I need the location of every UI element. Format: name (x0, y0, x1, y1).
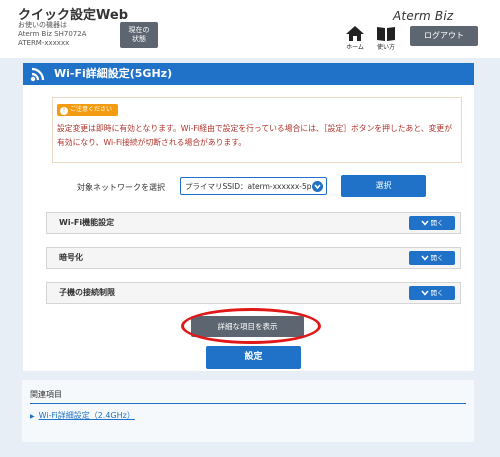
notice-box: ! ご注意ください 設定変更は即時に有効となります。Wi-Fi経由で設定を行ってい… (52, 97, 462, 163)
device-info-model: Aterm Biz SH7072A (18, 30, 87, 38)
section-label: 子機の接続制限 (59, 288, 115, 297)
open-button[interactable]: 開く (409, 251, 455, 265)
section-encryption: 暗号化 開く (46, 247, 461, 269)
current-status-label-1: 現在の (128, 26, 150, 34)
chevron-down-icon (420, 220, 429, 226)
chevron-down-icon (312, 181, 323, 192)
related-title: 関連項目 (30, 390, 62, 399)
guide-nav[interactable]: 使い方 (371, 26, 401, 51)
guide-label: 使い方 (376, 44, 395, 51)
home-icon (346, 26, 364, 41)
top-header: クイック設定Web お使いの機器は Aterm Biz SH7072A ATER… (0, 0, 500, 58)
section-label: 暗号化 (59, 253, 83, 262)
chevron-down-icon (420, 290, 429, 296)
info-icon: ! (60, 107, 68, 115)
page-title: Wi-Fi詳細設定(5GHz) (54, 67, 173, 80)
related-link-2-4ghz[interactable]: ▶ Wi-Fi詳細設定（2.4GHz） (30, 410, 135, 421)
related-divider (30, 403, 466, 404)
network-select-label: 対象ネットワークを選択 (77, 183, 165, 192)
notice-badge: ! ご注意ください (57, 104, 118, 116)
chevron-down-icon (420, 255, 429, 261)
device-info-id: ATERM-xxxxxx (18, 39, 70, 47)
wifi-icon (30, 67, 45, 82)
submit-button[interactable]: 設定 (206, 346, 301, 369)
open-button[interactable]: 開く (409, 216, 455, 230)
home-nav[interactable]: ホーム (340, 26, 370, 51)
related-section: 関連項目 ▶ Wi-Fi詳細設定（2.4GHz） (22, 380, 474, 442)
current-status-button[interactable]: 現在の 状態 (120, 22, 158, 48)
network-select-value: プライマリSSID：aterm-xxxxxx-5p (185, 182, 312, 191)
open-button-label: 開く (430, 219, 444, 227)
select-button[interactable]: 選択 (341, 175, 426, 197)
highlight-ring (181, 308, 321, 344)
device-info: お使いの機器は Aterm Biz SH7072A ATERM-xxxxxx (18, 21, 86, 48)
section-wifi-function: Wi-Fi機能設定 開く (46, 212, 461, 234)
open-button[interactable]: 開く (409, 286, 455, 300)
notice-text: 設定変更は即時に有効となります。Wi-Fi経由で設定を行っている場合には、［設定… (57, 124, 453, 147)
network-select[interactable]: プライマリSSID：aterm-xxxxxx-5p (180, 177, 327, 195)
panel-header: Wi-Fi詳細設定(5GHz) (23, 63, 474, 85)
related-link-label: Wi-Fi詳細設定（2.4GHz） (38, 411, 135, 420)
home-label: ホーム (346, 44, 364, 51)
triangle-right-icon: ▶ (30, 413, 35, 420)
brand-logo: Aterm Biz (393, 9, 454, 23)
notice-badge-label: ご注意ください (70, 106, 113, 113)
book-icon (377, 27, 395, 41)
device-info-line: お使いの機器は (18, 21, 67, 29)
current-status-label-2: 状態 (132, 35, 146, 43)
section-connection-limit: 子機の接続制限 開く (46, 282, 461, 304)
logout-button[interactable]: ログアウト (410, 26, 478, 46)
open-button-label: 開く (430, 254, 444, 262)
section-label: Wi-Fi機能設定 (59, 218, 115, 227)
open-button-label: 開く (430, 289, 444, 297)
